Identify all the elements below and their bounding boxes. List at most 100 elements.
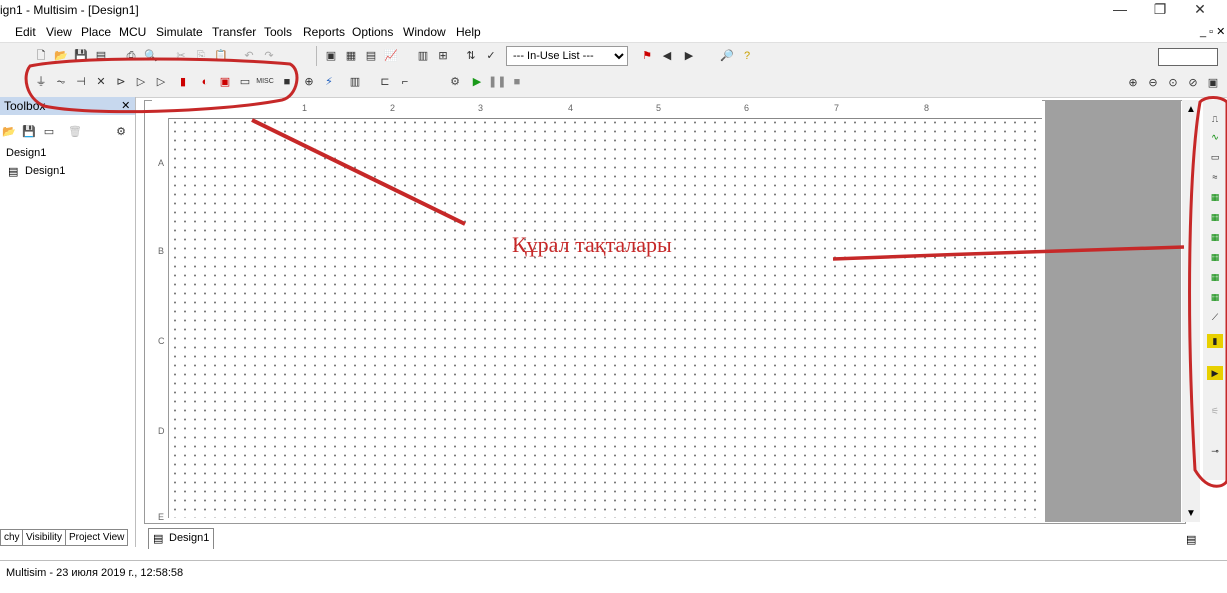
pause-icon[interactable]: ❚❚ — [488, 73, 506, 91]
in-use-list-select[interactable]: --- In-Use List --- — [506, 46, 628, 66]
undo-icon[interactable]: ↶ — [240, 47, 258, 65]
place-diode-icon[interactable]: ⊣ — [72, 73, 90, 91]
help-icon[interactable]: ? — [738, 47, 756, 65]
bode-plotter-icon[interactable]: ▦ — [1207, 210, 1223, 224]
view-toggle[interactable] — [1158, 48, 1218, 66]
zoom-out-icon[interactable]: ⊖ — [1144, 74, 1162, 92]
current-probe-icon[interactable]: ⊸ — [1207, 444, 1223, 458]
erc-markers-icon[interactable]: ⚑ — [638, 47, 656, 65]
erc-icon[interactable]: ✓ — [482, 47, 500, 65]
toolbox-title: Toolbox — [4, 99, 46, 113]
design-toolbox-icon[interactable]: ▤ — [362, 47, 380, 65]
fullscreen-icon[interactable]: ▣ — [322, 47, 340, 65]
menu-tools[interactable]: Tools — [264, 25, 292, 39]
disabled-instrument-icon[interactable]: ⚟ — [1207, 404, 1223, 418]
logic-converter-icon[interactable]: ▦ — [1207, 270, 1223, 284]
toolbox-close-icon[interactable]: _ ✕ — [112, 99, 130, 112]
distortion-analyzer-icon[interactable]: ▮ — [1207, 334, 1223, 348]
menu-reports[interactable]: Reports — [303, 25, 345, 39]
scroll-up-icon[interactable]: ▲ — [1186, 104, 1196, 115]
forward-annotate-icon[interactable]: ▶ — [680, 47, 698, 65]
place-power-icon[interactable]: ▣ — [216, 73, 234, 91]
tab-visibility[interactable]: Visibility — [22, 529, 66, 546]
menu-simulate[interactable]: Simulate — [156, 25, 203, 39]
open-sample-icon[interactable]: ▤ — [92, 47, 110, 65]
save-icon[interactable]: 💾 — [72, 47, 90, 65]
menu-edit[interactable]: Edit — [15, 25, 36, 39]
tree-child[interactable]: Design1 — [25, 165, 65, 177]
menu-window[interactable]: Window — [403, 25, 446, 39]
settings-icon[interactable]: ⚙ — [112, 123, 130, 141]
place-bus-icon[interactable]: ⌐ — [396, 73, 414, 91]
scroll-down-icon[interactable]: ▼ — [1186, 508, 1196, 519]
place-transistor-icon[interactable]: ✕ — [92, 73, 110, 91]
save-file-icon[interactable]: 💾 — [20, 123, 38, 141]
spreadsheet-view-icon[interactable]: ▦ — [342, 47, 360, 65]
place-misc-icon[interactable]: MISC — [256, 73, 274, 91]
labview-instruments-icon[interactable]: ▶ — [1207, 366, 1223, 380]
component-wizard-icon[interactable]: ⊞ — [434, 47, 452, 65]
function-generator-icon[interactable]: ∿ — [1207, 130, 1223, 144]
frequency-counter-icon[interactable]: ▦ — [1207, 230, 1223, 244]
find-example-icon[interactable]: 🔎 — [718, 47, 736, 65]
close-button[interactable]: ✕ — [1183, 0, 1217, 20]
place-source-icon[interactable]: ⏚ — [32, 73, 50, 91]
cut-icon[interactable]: ✂ — [172, 47, 190, 65]
vertical-scrollbar[interactable] — [1182, 100, 1200, 522]
place-analog-icon[interactable]: ⊳ — [112, 73, 130, 91]
spreadsheet-corner-icon[interactable]: ▤ — [1186, 533, 1196, 546]
logic-analyzer-icon[interactable]: ▦ — [1207, 290, 1223, 304]
run-icon[interactable]: ▶ — [468, 73, 486, 91]
zoom-area-icon[interactable]: ⊙ — [1164, 74, 1182, 92]
place-cmos-icon[interactable]: ▷ — [152, 73, 170, 91]
oscilloscope-icon[interactable]: ≈ — [1207, 170, 1223, 184]
open-icon[interactable]: 📂 — [52, 47, 70, 65]
place-mixed-icon[interactable]: ▮ — [174, 73, 192, 91]
mdi-controls[interactable]: _ ▫ ✕ — [1200, 25, 1225, 38]
tab-project-view[interactable]: Project View — [65, 529, 129, 546]
copy-icon[interactable]: ⎘ — [192, 47, 210, 65]
place-mcu-icon[interactable]: ▥ — [346, 73, 364, 91]
menu-help[interactable]: Help — [456, 25, 481, 39]
open-folder-icon[interactable]: 📂 — [0, 123, 18, 141]
delete-icon[interactable]: 🗑 — [66, 123, 84, 141]
print-icon[interactable]: ⎙ — [122, 47, 140, 65]
tab-hierarchy[interactable]: chy — [0, 529, 24, 546]
menu-place[interactable]: Place — [81, 25, 111, 39]
postprocessor-icon[interactable]: ⇅ — [462, 47, 480, 65]
menu-transfer[interactable]: Transfer — [212, 25, 256, 39]
word-generator-icon[interactable]: ▦ — [1207, 250, 1223, 264]
tree-root[interactable]: Design1 — [6, 147, 46, 159]
paste-icon[interactable]: 📋 — [212, 47, 230, 65]
menu-mcu[interactable]: MCU — [119, 25, 146, 39]
place-indicator-icon[interactable]: ◐ — [196, 73, 214, 91]
place-hierarchical-icon[interactable]: ⊏ — [376, 73, 394, 91]
menu-view[interactable]: View — [46, 25, 72, 39]
place-advanced-peripherals-icon[interactable]: ■ — [278, 73, 296, 91]
place-rf-icon[interactable]: ⊕ — [300, 73, 318, 91]
place-ttl-icon[interactable]: ▷ — [132, 73, 150, 91]
simulate-settings-icon[interactable]: ⚙ — [446, 73, 464, 91]
redo-icon[interactable]: ↷ — [260, 47, 278, 65]
grapher-icon[interactable]: 📈 — [382, 47, 400, 65]
print-preview-icon[interactable]: 🔍 — [142, 47, 160, 65]
zoom-in-icon[interactable]: ⊕ — [1124, 74, 1142, 92]
database-manager-icon[interactable]: ▥ — [414, 47, 432, 65]
design-sheet-tab[interactable]: ▤ Design1 — [148, 528, 214, 549]
multimeter-icon[interactable]: ⎍ — [1207, 112, 1223, 126]
four-channel-oscilloscope-icon[interactable]: ▦ — [1207, 190, 1223, 204]
new-icon[interactable]: 🗋 — [32, 47, 50, 65]
fullscreen-view-icon[interactable]: ▣ — [1204, 74, 1222, 92]
restore-button[interactable]: ❐ — [1143, 0, 1177, 20]
wattmeter-icon[interactable]: ▭ — [1207, 150, 1223, 164]
place-electromechanical-icon[interactable]: ⚡ — [320, 73, 338, 91]
zoom-fit-icon[interactable]: ⊘ — [1184, 74, 1202, 92]
stop-icon[interactable]: ■ — [508, 73, 526, 91]
new-sheet-icon[interactable]: ▭ — [40, 123, 58, 141]
place-basic-icon[interactable]: ⏦ — [52, 73, 70, 91]
place-misc-digital-icon[interactable]: ▭ — [236, 73, 254, 91]
menu-options[interactable]: Options — [352, 25, 393, 39]
back-annotate-icon[interactable]: ◀ — [658, 47, 676, 65]
minimize-button[interactable]: — — [1103, 0, 1137, 20]
iv-analyzer-icon[interactable]: ⟋ — [1207, 310, 1223, 324]
